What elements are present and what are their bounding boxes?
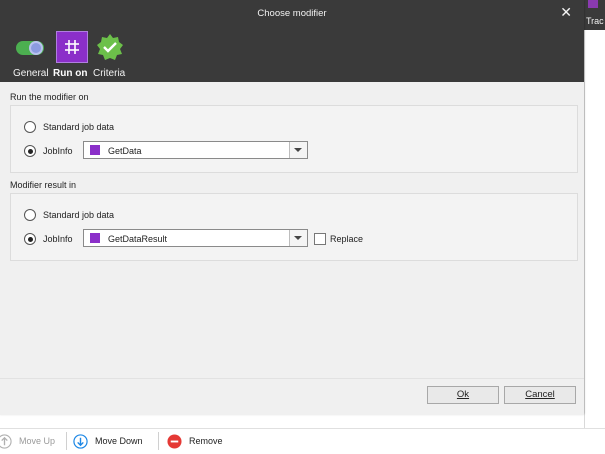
- move-down-button[interactable]: Move Down: [73, 432, 143, 450]
- run-on-jobinfo-value: GetData: [108, 146, 142, 156]
- replace-checkbox[interactable]: [314, 233, 326, 245]
- remove-icon: [167, 433, 182, 449]
- result-in-jobinfo-value: GetDataResult: [108, 234, 168, 244]
- tab-criteria[interactable]: Criteria: [93, 27, 129, 82]
- run-on-jobinfo-select[interactable]: GetData: [83, 141, 308, 159]
- check-badge-icon: [97, 34, 123, 60]
- run-on-jobinfo-option[interactable]: JobInfo: [24, 144, 73, 158]
- dialog-titlebar: Choose modifier ✕: [0, 0, 584, 27]
- background-panel: [584, 30, 605, 435]
- run-on-standard-option[interactable]: Standard job data: [24, 120, 114, 134]
- run-on-standard-radio[interactable]: [24, 121, 36, 133]
- remove-button[interactable]: Remove: [167, 432, 223, 450]
- bottom-toolbar: Move Up Move Down Remove: [0, 428, 605, 454]
- tab-general[interactable]: General: [11, 27, 49, 82]
- hash-icon: [90, 145, 100, 155]
- run-on-standard-label: Standard job data: [43, 122, 115, 132]
- move-down-label: Move Down: [95, 436, 143, 446]
- tab-general-label: General: [13, 68, 49, 79]
- move-up-button[interactable]: Move Up: [0, 432, 55, 450]
- run-on-section-label: Run the modifier on: [10, 92, 89, 102]
- result-in-jobinfo-label: JobInfo: [43, 234, 73, 244]
- dialog-footer: Ok Cancel: [0, 378, 584, 415]
- cancel-button[interactable]: Cancel: [504, 386, 576, 404]
- toolbar-divider: [158, 432, 159, 450]
- result-in-jobinfo-select[interactable]: GetDataResult: [83, 229, 308, 247]
- replace-label: Replace: [330, 234, 364, 244]
- move-up-label: Move Up: [19, 436, 56, 446]
- cancel-button-label: Cancel: [525, 389, 555, 400]
- result-in-group: Standard job data JobInfo GetDataResult …: [10, 193, 578, 261]
- chevron-down-icon[interactable]: [289, 230, 307, 246]
- chevron-down-icon[interactable]: [289, 142, 307, 158]
- arrow-up-circle-icon: [0, 433, 12, 449]
- run-on-jobinfo-label: JobInfo: [43, 146, 73, 156]
- background-tray-label: Trac: [586, 16, 604, 26]
- background-tray-icon: [588, 0, 598, 8]
- tab-run-on-label: Run on: [53, 68, 88, 79]
- toggle-switch-icon: [16, 41, 44, 55]
- dialog-title: Choose modifier: [257, 8, 327, 19]
- result-in-standard-label: Standard job data: [43, 210, 115, 220]
- ok-button-label: Ok: [456, 389, 470, 400]
- tab-criteria-label: Criteria: [93, 68, 126, 79]
- tab-run-on[interactable]: Run on: [52, 27, 90, 82]
- result-in-jobinfo-radio[interactable]: [24, 233, 36, 245]
- choose-modifier-dialog: Choose modifier ✕ General Run on Criteri…: [0, 0, 584, 415]
- hash-icon: [56, 31, 88, 63]
- run-on-group: Standard job data JobInfo GetData: [10, 105, 578, 173]
- result-in-standard-radio[interactable]: [24, 209, 36, 221]
- remove-label: Remove: [189, 436, 223, 446]
- tab-bar: General Run on Criteria: [0, 27, 584, 82]
- result-in-section-label: Modifier result in: [10, 180, 77, 190]
- toolbar-divider: [66, 432, 67, 450]
- result-in-jobinfo-option[interactable]: JobInfo: [24, 232, 73, 246]
- arrow-down-circle-icon: [73, 433, 88, 449]
- hash-icon: [90, 233, 100, 243]
- result-in-standard-option[interactable]: Standard job data: [24, 208, 114, 222]
- run-on-jobinfo-radio[interactable]: [24, 145, 36, 157]
- close-icon[interactable]: ✕: [560, 5, 572, 19]
- ok-button[interactable]: Ok: [427, 386, 499, 404]
